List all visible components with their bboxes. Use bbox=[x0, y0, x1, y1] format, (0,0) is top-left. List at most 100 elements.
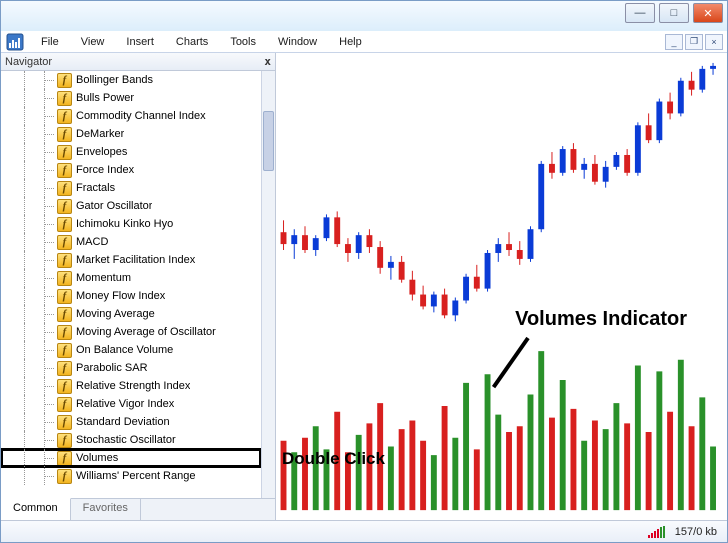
indicator-label: Market Facilitation Index bbox=[76, 254, 195, 266]
indicator-icon: f bbox=[57, 217, 72, 232]
indicator-williams-percent-range[interactable]: fWilliams' Percent Range bbox=[1, 467, 261, 485]
indicator-macd[interactable]: f MACD bbox=[1, 233, 261, 251]
menu-tools[interactable]: Tools bbox=[220, 33, 266, 51]
indicator-icon: f bbox=[57, 181, 72, 196]
indicator-bulls-power[interactable]: f Bulls Power bbox=[1, 89, 261, 107]
navigator-tree: f Bollinger Bands f Bulls Power fCommodity C… bbox=[1, 71, 275, 498]
indicator-on-balance-volume[interactable]: f On Balance Volume bbox=[1, 341, 261, 359]
indicator-label: MACD bbox=[76, 236, 108, 248]
tab-favorites[interactable]: Favorites bbox=[71, 499, 141, 520]
titlebar: — □ ✕ bbox=[1, 1, 727, 31]
menu-view[interactable]: View bbox=[71, 33, 115, 51]
indicator-icon: f bbox=[57, 397, 72, 412]
indicator-icon: f bbox=[57, 199, 72, 214]
navigator-tabs: Common Favorites bbox=[1, 498, 275, 520]
indicator-parabolic-sar[interactable]: fParabolic SAR bbox=[1, 359, 261, 377]
mdi-controls: _ ❐ × bbox=[665, 34, 727, 50]
indicator-gator-oscillator[interactable]: f Gator Oscillator bbox=[1, 197, 261, 215]
indicator-icon: f bbox=[57, 271, 72, 286]
workspace: Navigator x f Bollinger Bands f Bulls Power… bbox=[1, 53, 727, 520]
indicator-volumes[interactable]: f Volumes bbox=[1, 449, 261, 467]
indicator-label: Volumes bbox=[76, 452, 118, 464]
indicator-icon: f bbox=[57, 451, 72, 466]
app-icon bbox=[5, 32, 25, 52]
annotation-double-click: Double Click bbox=[282, 449, 385, 469]
indicator-market-facilitation-index[interactable]: f Market Facilitation Index bbox=[1, 251, 261, 269]
menu-help[interactable]: Help bbox=[329, 33, 372, 51]
indicator-label: Bulls Power bbox=[76, 92, 134, 104]
indicator-fractals[interactable]: f Fractals bbox=[1, 179, 261, 197]
scrollbar-thumb[interactable] bbox=[263, 111, 274, 171]
navigator-title: Navigator bbox=[5, 56, 52, 68]
connection-icon bbox=[648, 526, 665, 538]
indicator-icon: f bbox=[57, 289, 72, 304]
navigator-close-button[interactable]: x bbox=[264, 55, 271, 68]
close-button[interactable]: ✕ bbox=[693, 3, 723, 23]
indicator-momentum[interactable]: f Momentum bbox=[1, 269, 261, 287]
indicator-icon: f bbox=[57, 325, 72, 340]
indicator-icon: f bbox=[57, 163, 72, 178]
indicator-ichimoku-kinko-hyo[interactable]: fIchimoku Kinko Hyo bbox=[1, 215, 261, 233]
indicator-icon: f bbox=[57, 343, 72, 358]
indicator-icon: f bbox=[57, 127, 72, 142]
indicator-icon: f bbox=[57, 109, 72, 124]
status-traffic: 157/0 kb bbox=[675, 526, 717, 538]
indicator-label: Force Index bbox=[76, 164, 134, 176]
statusbar: 157/0 kb bbox=[1, 520, 727, 542]
indicator-force-index[interactable]: f Force Index bbox=[1, 161, 261, 179]
indicator-stochastic-oscillator[interactable]: f Stochastic Oscillator bbox=[1, 431, 261, 449]
mdi-restore-button[interactable]: ❐ bbox=[685, 34, 703, 50]
indicator-icon: f bbox=[57, 433, 72, 448]
navigator-panel: Navigator x f Bollinger Bands f Bulls Power… bbox=[1, 53, 276, 520]
indicator-moving-average-of-oscillator[interactable]: f Moving Average of Oscillator bbox=[1, 323, 261, 341]
indicator-label: Standard Deviation bbox=[76, 416, 170, 428]
annotation-volumes-indicator: Volumes Indicator bbox=[515, 308, 687, 331]
indicator-commodity-channel-index[interactable]: fCommodity Channel Index bbox=[1, 107, 261, 125]
indicator-label: Bollinger Bands bbox=[76, 74, 153, 86]
indicator-relative-strength-index[interactable]: fRelative Strength Index bbox=[1, 377, 261, 395]
indicator-icon: f bbox=[57, 235, 72, 250]
indicator-label: On Balance Volume bbox=[76, 344, 173, 356]
indicator-envelopes[interactable]: f Envelopes bbox=[1, 143, 261, 161]
indicator-icon: f bbox=[57, 145, 72, 160]
menu-insert[interactable]: Insert bbox=[116, 33, 164, 51]
indicator-icon: f bbox=[57, 91, 72, 106]
indicator-icon: f bbox=[57, 415, 72, 430]
indicator-icon: f bbox=[57, 379, 72, 394]
indicator-label: DeMarker bbox=[76, 128, 124, 140]
window-controls: — □ ✕ bbox=[625, 3, 723, 23]
indicator-moving-average[interactable]: f Moving Average bbox=[1, 305, 261, 323]
indicator-bollinger-bands[interactable]: f Bollinger Bands bbox=[1, 71, 261, 89]
app-window: — □ ✕ FileViewInsertChartsToolsWindowHel… bbox=[0, 0, 728, 543]
mdi-minimize-button[interactable]: _ bbox=[665, 34, 683, 50]
chart-area[interactable]: Volumes Indicator Double Click bbox=[276, 53, 727, 520]
indicator-label: Fractals bbox=[76, 182, 115, 194]
menu-charts[interactable]: Charts bbox=[166, 33, 218, 51]
tab-common[interactable]: Common bbox=[1, 498, 71, 520]
indicator-label: Envelopes bbox=[76, 146, 127, 158]
indicator-icon: f bbox=[57, 73, 72, 88]
indicator-label: Stochastic Oscillator bbox=[76, 434, 176, 446]
indicator-demarker[interactable]: f DeMarker bbox=[1, 125, 261, 143]
menu-file[interactable]: File bbox=[31, 33, 69, 51]
indicator-label: Money Flow Index bbox=[76, 290, 165, 302]
maximize-button[interactable]: □ bbox=[659, 3, 689, 23]
menu-window[interactable]: Window bbox=[268, 33, 327, 51]
indicator-icon: f bbox=[57, 307, 72, 322]
indicator-label: Momentum bbox=[76, 272, 131, 284]
mdi-close-button[interactable]: × bbox=[705, 34, 723, 50]
indicator-standard-deviation[interactable]: f Standard Deviation bbox=[1, 413, 261, 431]
indicator-label: Moving Average bbox=[76, 308, 155, 320]
indicator-label: Moving Average of Oscillator bbox=[76, 326, 216, 338]
indicator-label: Relative Vigor Index bbox=[76, 398, 174, 410]
indicator-relative-vigor-index[interactable]: f Relative Vigor Index bbox=[1, 395, 261, 413]
minimize-button[interactable]: — bbox=[625, 3, 655, 23]
menu-items: FileViewInsertChartsToolsWindowHelp bbox=[31, 33, 372, 51]
scrollbar[interactable] bbox=[261, 71, 275, 498]
indicator-icon: f bbox=[57, 361, 72, 376]
indicator-icon: f bbox=[57, 253, 72, 268]
menubar: FileViewInsertChartsToolsWindowHelp _ ❐ … bbox=[1, 31, 727, 53]
indicator-label: Williams' Percent Range bbox=[76, 470, 195, 482]
indicator-label: Gator Oscillator bbox=[76, 200, 152, 212]
indicator-money-flow-index[interactable]: f Money Flow Index bbox=[1, 287, 261, 305]
